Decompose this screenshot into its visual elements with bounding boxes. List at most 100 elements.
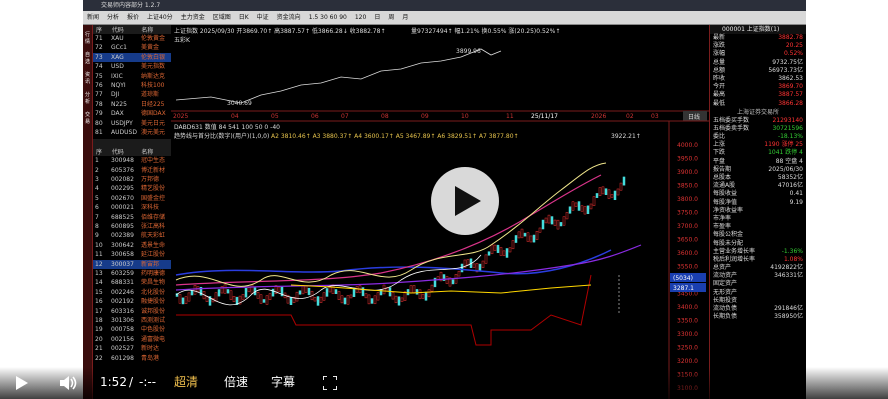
quote-row[interactable]: 73 XAG 伦敦白银 (93, 52, 171, 63)
quote-n: 9 (95, 232, 99, 240)
quote-row[interactable]: 16 002192 融捷股份 (93, 297, 171, 306)
quote-row[interactable]: 19 000758 中色股份 (93, 325, 171, 334)
toolbar-item[interactable]: 120 (355, 14, 366, 21)
quote-row[interactable]: 5 002670 国盛金控 (93, 194, 171, 203)
quote-row[interactable]: 15 002246 北化股份 (93, 288, 171, 297)
quote-name: 日经225 (141, 100, 165, 108)
quote-code: AUDUSD (111, 128, 137, 136)
volume-button[interactable] (60, 375, 78, 394)
quote-row[interactable]: 81 AUDUSD 澳元美元 (93, 128, 171, 137)
candle (373, 295, 377, 305)
toolbar-item[interactable]: 日K (239, 14, 249, 21)
candle (421, 293, 425, 299)
x-axis-label: 11 (506, 113, 514, 120)
quote-row[interactable]: 7 688525 佰维存储 (93, 213, 171, 222)
mid-last-price: 3922.21↑ (611, 133, 641, 140)
sidebar-tab[interactable]: 交易 (83, 111, 92, 125)
quote-row[interactable]: 79 DAX 德国DAX (93, 109, 171, 118)
sidebar-tab[interactable]: 自选 (83, 51, 92, 65)
candle (514, 235, 518, 243)
quote-name: 澳元美元 (141, 128, 166, 136)
quote-name: 冠中生态 (141, 157, 166, 165)
toolbar-item[interactable]: 月 (402, 14, 408, 21)
quote-code: 688525 (111, 213, 134, 221)
quality-button[interactable]: 超清 (174, 375, 198, 389)
quote-row[interactable]: 4 002295 精艺股份 (93, 184, 171, 193)
toolbar-item[interactable]: 中证 (257, 14, 269, 21)
quote-row[interactable]: 20 002156 通富微电 (93, 335, 171, 344)
toolbar-item[interactable]: 资金流向 (277, 14, 301, 21)
quote-row[interactable]: 6 000021 深科技 (93, 203, 171, 212)
quote-row[interactable]: 1 300948 冠中生态 (93, 156, 171, 165)
quote-row[interactable]: 10 300642 透景生命 (93, 241, 171, 250)
sidebar-tab[interactable]: 行情 (83, 31, 92, 45)
quote-row[interactable]: 14 688331 荣昌生物 (93, 278, 171, 287)
toolbar-item[interactable]: 区域图 (213, 14, 231, 21)
quote-row[interactable]: 8 600895 张江高科 (93, 222, 171, 231)
toolbar-item[interactable]: 报价 (127, 14, 139, 21)
top-chart-sub: 五彩K (174, 36, 191, 44)
header-index: 序 (96, 27, 103, 34)
quote-row[interactable]: 76 NQYI 科技100 (93, 81, 171, 90)
quote-row[interactable]: 17 603316 诚邦股份 (93, 307, 171, 316)
candle (592, 196, 596, 206)
candle (538, 227, 542, 233)
quote-list-divider (93, 139, 171, 148)
quote-code: 300037 (111, 260, 134, 268)
quote-info-rows: 最新 3882.78 涨跌 20.25 涨幅 0.52% 总量 9732.75亿 总额 56973… (710, 34, 806, 108)
info-row: 总股本 58352亿 (710, 174, 806, 182)
quote-row[interactable]: 11 300658 延江股份 (93, 250, 171, 259)
toolbar-item[interactable]: 上证40分 (147, 14, 173, 21)
quote-name: 通富微电 (141, 335, 166, 343)
quote-row[interactable]: 9 002389 航天彩虹 (93, 231, 171, 240)
play-button[interactable] (16, 376, 28, 393)
y-axis-label: 3300.0 (677, 331, 698, 338)
candle (427, 289, 431, 298)
quote-row[interactable]: 80 USDJPY 美元日元 (93, 119, 171, 128)
toolbar-item[interactable]: 1.5 30 60 90 (309, 14, 347, 21)
quote-code: USD (111, 63, 124, 71)
quote-row[interactable]: 2 605376 博迁新材 (93, 166, 171, 175)
candle (316, 296, 320, 306)
candle (559, 222, 563, 227)
quote-row[interactable]: 71 XAU 伦敦黄金 (93, 34, 171, 43)
info-value: 21293140 (772, 116, 803, 124)
quote-row[interactable]: 3 002082 万邦德 (93, 175, 171, 184)
sidebar-tab[interactable]: 分析 (83, 91, 92, 105)
quote-row[interactable]: 21 002527 新时达 (93, 344, 171, 353)
quote-row[interactable]: 22 601298 青岛港 (93, 354, 171, 363)
quote-n: 17 (95, 307, 103, 315)
toolbar-item[interactable]: 周 (388, 14, 394, 21)
quote-row[interactable]: 75 IXIC 纳斯达克 (93, 72, 171, 81)
speed-button[interactable]: 倍速 (224, 375, 248, 389)
info-key: 每股公积金 (713, 231, 744, 239)
quote-row[interactable]: 18 301306 西测测试 (93, 316, 171, 325)
toolbar-item[interactable]: 主力资金 (181, 14, 205, 21)
sidebar-tab[interactable]: 资讯 (83, 71, 92, 85)
quote-row[interactable]: 74 USD 美元指数 (93, 62, 171, 71)
candle (604, 188, 608, 196)
toolbar-item[interactable]: 日 (374, 14, 380, 21)
play-small-icon (16, 376, 28, 390)
quote-row[interactable]: 12 300037 新宙邦 (93, 259, 171, 269)
toolbar-item[interactable]: 新闻 (87, 14, 99, 21)
info-row: 流动负债 291846亿 (710, 305, 806, 313)
subtitle-button[interactable]: 字幕 (271, 375, 295, 389)
info-key: 昨收 (713, 74, 726, 82)
quote-row[interactable]: 13 603259 药明康德 (93, 269, 171, 278)
quote-code: NQYI (111, 81, 126, 89)
fullscreen-button[interactable] (322, 375, 338, 393)
candle (589, 203, 593, 210)
play-overlay-button[interactable] (431, 167, 499, 235)
candle (346, 295, 350, 305)
info-row: 五档委卖手数 30721596 (710, 125, 806, 133)
toolbar-item[interactable]: 分析 (107, 14, 119, 21)
quote-row[interactable]: 77 DJI 道琼斯 (93, 90, 171, 99)
quote-row[interactable]: 78 N225 日经225 (93, 100, 171, 109)
quote-n: 74 (95, 63, 103, 71)
quote-name: 北化股份 (141, 288, 166, 296)
main-toolbar: 新闻 分析 报价 上证40分 主力资金 区域图 日K 中证 资金流向 1.5 30 60 90 12… (83, 11, 806, 25)
quote-row[interactable]: 72 GCc1 美黄金 (93, 43, 171, 52)
play-icon (455, 186, 481, 216)
info-key: 固定资产 (713, 280, 738, 288)
